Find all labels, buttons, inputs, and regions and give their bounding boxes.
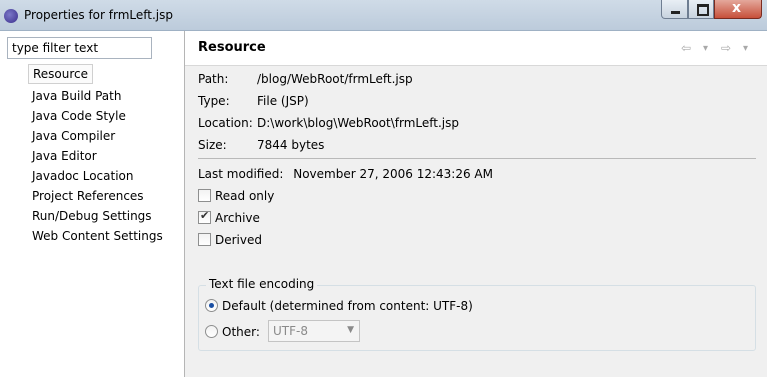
derived-label: Derived xyxy=(215,233,262,247)
title-bar: Properties for frmLeft.jsp x xyxy=(0,0,767,31)
back-arrow-icon[interactable]: ⇦ xyxy=(681,41,691,55)
minimize-button[interactable] xyxy=(661,0,688,19)
size-row: Size: 7844 bytes xyxy=(198,138,324,152)
path-value: /blog/WebRoot/frmLeft.jsp xyxy=(257,72,413,86)
read-only-label: Read only xyxy=(215,189,275,203)
maximize-button[interactable] xyxy=(688,0,714,19)
dropdown-arrow-icon[interactable]: ▼ xyxy=(347,325,354,335)
eclipse-app-icon xyxy=(4,9,18,23)
location-row: Location: D:\work\blog\WebRoot\frmLeft.j… xyxy=(198,116,459,130)
tree-item-resource[interactable]: Resource xyxy=(28,64,94,84)
archive-checkbox[interactable]: ✔ Archive xyxy=(198,209,260,227)
size-value: 7844 bytes xyxy=(257,138,325,152)
default-encoding-label: Default (determined from content: UTF-8) xyxy=(222,299,473,313)
checkmark-icon: ✔ xyxy=(200,209,210,222)
path-row: Path: /blog/WebRoot/frmLeft.jsp xyxy=(198,72,413,86)
category-tree: Resource Java Build Path Java Code Style… xyxy=(28,64,167,246)
location-value: D:\work\blog\WebRoot\frmLeft.jsp xyxy=(257,116,459,130)
forward-menu-chevron-icon[interactable]: ▾ xyxy=(743,43,748,54)
other-encoding-radio[interactable]: Other: xyxy=(205,325,260,339)
type-label: Type: xyxy=(198,94,230,108)
default-encoding-radio[interactable]: Default (determined from content: UTF-8) xyxy=(205,299,473,313)
tree-item-java-code-style[interactable]: Java Code Style xyxy=(28,106,167,126)
checkbox-box[interactable] xyxy=(198,189,211,202)
window-title: Properties for frmLeft.jsp xyxy=(24,8,174,22)
minimize-icon xyxy=(671,11,680,14)
tree-item-project-references[interactable]: Project References xyxy=(28,186,167,206)
tree-item-java-editor[interactable]: Java Editor xyxy=(28,146,167,166)
checkbox-box[interactable]: ✔ xyxy=(198,209,211,224)
close-icon: x xyxy=(732,0,742,16)
checkbox-box[interactable] xyxy=(198,233,211,246)
type-row: Type: File (JSP) xyxy=(198,94,309,108)
other-encoding-label: Other: xyxy=(222,325,260,339)
separator xyxy=(198,158,756,159)
tree-item-java-compiler[interactable]: Java Compiler xyxy=(28,126,167,146)
page-header: Resource ⇦ ▾ ⇨ ▾ xyxy=(185,31,767,66)
back-menu-chevron-icon[interactable]: ▾ xyxy=(703,43,708,54)
encoding-combo-value: UTF-8 xyxy=(273,324,308,338)
modified-label: Last modified: xyxy=(198,167,284,181)
category-pane: Resource Java Build Path Java Code Style… xyxy=(0,31,185,377)
encoding-group-label: Text file encoding xyxy=(206,277,318,291)
type-value: File (JSP) xyxy=(257,94,309,108)
radio-button[interactable] xyxy=(205,325,218,338)
modified-row: Last modified: November 27, 2006 12:43:2… xyxy=(198,167,493,181)
tree-item-javadoc-location[interactable]: Javadoc Location xyxy=(28,166,167,186)
close-button[interactable]: x xyxy=(714,0,762,19)
dialog-body: Resource Java Build Path Java Code Style… xyxy=(0,31,767,377)
location-label: Location: xyxy=(198,116,253,130)
archive-label: Archive xyxy=(215,211,260,225)
radio-selected-dot xyxy=(209,303,214,308)
radio-button[interactable] xyxy=(205,299,218,312)
path-label: Path: xyxy=(198,72,229,86)
tree-item-web-content-settings[interactable]: Web Content Settings xyxy=(28,226,167,246)
property-page: Resource ⇦ ▾ ⇨ ▾ Path: /blog/WebRoot/frm… xyxy=(185,31,767,377)
derived-checkbox[interactable]: Derived xyxy=(198,233,262,249)
forward-arrow-icon[interactable]: ⇨ xyxy=(721,41,731,55)
modified-value: November 27, 2006 12:43:26 AM xyxy=(293,167,493,181)
page-title: Resource xyxy=(198,40,266,55)
read-only-checkbox[interactable]: Read only xyxy=(198,189,274,205)
filter-input[interactable] xyxy=(7,37,152,59)
size-label: Size: xyxy=(198,138,227,152)
tree-item-run-debug-settings[interactable]: Run/Debug Settings xyxy=(28,206,167,226)
encoding-combo[interactable]: UTF-8 ▼ xyxy=(268,320,360,342)
tree-item-java-build-path[interactable]: Java Build Path xyxy=(28,86,167,106)
maximize-icon xyxy=(697,4,709,16)
